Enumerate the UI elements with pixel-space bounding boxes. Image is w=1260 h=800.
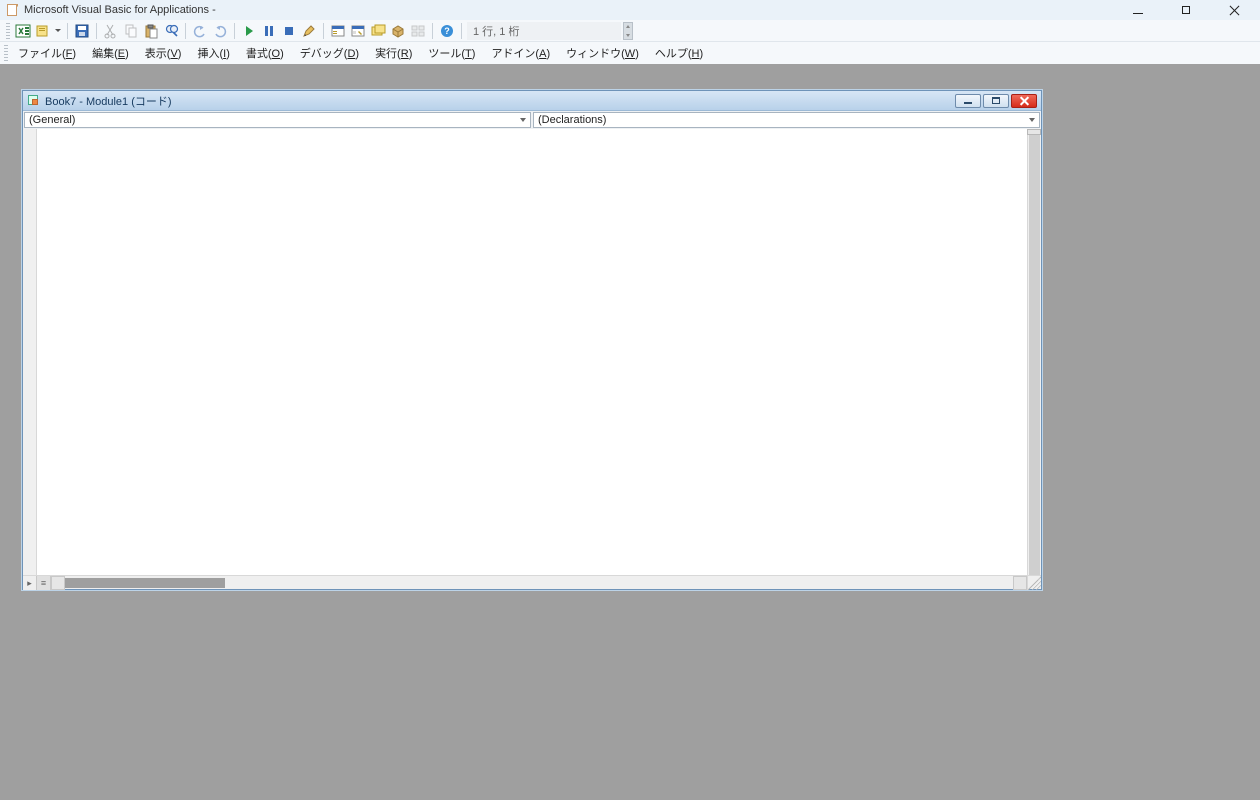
menu-addins[interactable]: アドイン(A)	[483, 43, 558, 63]
toolbar-grip[interactable]	[6, 23, 10, 39]
object-browser-button[interactable]	[369, 22, 387, 40]
code-window-body	[23, 129, 1041, 575]
toolbar-overflow-button[interactable]	[623, 22, 633, 40]
code-window-titlebar[interactable]: Book7 - Module1 (コード)	[23, 91, 1041, 111]
app-title-prefix: Microsoft Visual Basic for Applications …	[24, 4, 216, 16]
code-window: Book7 - Module1 (コード) (General) (Declara…	[22, 90, 1042, 590]
code-window-maximize-button[interactable]	[983, 94, 1009, 108]
module-icon	[27, 94, 41, 108]
vertical-scrollbar[interactable]	[1027, 135, 1041, 575]
menu-run[interactable]: 実行(R)	[367, 43, 420, 63]
procedure-view-button[interactable]: ▸	[23, 576, 37, 590]
svg-text:?: ?	[444, 26, 450, 36]
minimize-button[interactable]	[1124, 0, 1152, 20]
code-window-dropdowns: (General) (Declarations)	[23, 111, 1041, 129]
copy-button[interactable]	[122, 22, 140, 40]
code-window-minimize-button[interactable]	[955, 94, 981, 108]
code-window-bottombar: ▸ ≡	[23, 575, 1041, 589]
menubar: ファイル(F) 編集(E) 表示(V) 挿入(I) 書式(O) デバッグ(D) …	[0, 42, 1260, 64]
vba-app-icon	[6, 3, 20, 17]
menu-help[interactable]: ヘルプ(H)	[647, 43, 711, 63]
hscroll-left-arrow[interactable]	[51, 576, 65, 590]
app-title: Microsoft Visual Basic for Applications …	[24, 4, 216, 16]
main-titlebar: Microsoft Visual Basic for Applications …	[0, 0, 1260, 20]
save-button[interactable]	[73, 22, 91, 40]
hscroll-right-arrow[interactable]	[1013, 576, 1027, 590]
toolbox-button[interactable]	[389, 22, 407, 40]
undo-button[interactable]	[191, 22, 209, 40]
procedure-dropdown-value: (Declarations)	[538, 114, 606, 126]
redo-button[interactable]	[211, 22, 229, 40]
menu-edit[interactable]: 編集(E)	[84, 43, 137, 63]
menu-file[interactable]: ファイル(F)	[10, 43, 84, 63]
menu-tools[interactable]: ツール(T)	[420, 43, 483, 63]
tab-order-button[interactable]	[409, 22, 427, 40]
vertical-scrollbar-thumb[interactable]	[1029, 135, 1040, 575]
close-button[interactable]	[1220, 0, 1248, 20]
mdi-client-area: Book7 - Module1 (コード) (General) (Declara…	[0, 64, 1260, 800]
insert-object-button[interactable]	[34, 22, 52, 40]
window-controls	[1124, 0, 1254, 20]
horizontal-scrollbar[interactable]	[51, 576, 1027, 589]
reset-button[interactable]	[280, 22, 298, 40]
paste-button[interactable]	[142, 22, 160, 40]
properties-window-button[interactable]	[349, 22, 367, 40]
menu-window[interactable]: ウィンドウ(W)	[558, 43, 647, 63]
cut-button[interactable]	[102, 22, 120, 40]
code-window-controls	[955, 94, 1037, 108]
object-dropdown[interactable]: (General)	[24, 112, 531, 128]
view-excel-button[interactable]	[14, 22, 32, 40]
standard-toolbar: ? 1 行, 1 桁	[0, 20, 1260, 42]
find-button[interactable]	[162, 22, 180, 40]
menu-insert[interactable]: 挿入(I)	[189, 43, 237, 63]
menu-format[interactable]: 書式(O)	[238, 43, 292, 63]
horizontal-scrollbar-thumb[interactable]	[65, 578, 225, 588]
project-explorer-button[interactable]	[329, 22, 347, 40]
menu-debug[interactable]: デバッグ(D)	[292, 43, 367, 63]
design-mode-button[interactable]	[300, 22, 318, 40]
code-window-close-button[interactable]	[1011, 94, 1037, 108]
full-module-view-button[interactable]: ≡	[37, 576, 51, 590]
menu-view[interactable]: 表示(V)	[137, 43, 190, 63]
menubar-grip[interactable]	[4, 45, 8, 61]
code-window-title: Book7 - Module1 (コード)	[45, 93, 172, 109]
help-button[interactable]: ?	[438, 22, 456, 40]
code-margin[interactable]	[23, 129, 37, 575]
cursor-position-indicator: 1 行, 1 桁	[467, 22, 621, 40]
maximize-button[interactable]	[1172, 0, 1200, 20]
object-dropdown-value: (General)	[29, 114, 75, 126]
insert-object-dropdown[interactable]	[54, 29, 62, 32]
code-editor[interactable]	[37, 129, 1027, 575]
run-button[interactable]	[240, 22, 258, 40]
procedure-dropdown[interactable]: (Declarations)	[533, 112, 1040, 128]
size-grip[interactable]	[1027, 576, 1041, 590]
break-button[interactable]	[260, 22, 278, 40]
